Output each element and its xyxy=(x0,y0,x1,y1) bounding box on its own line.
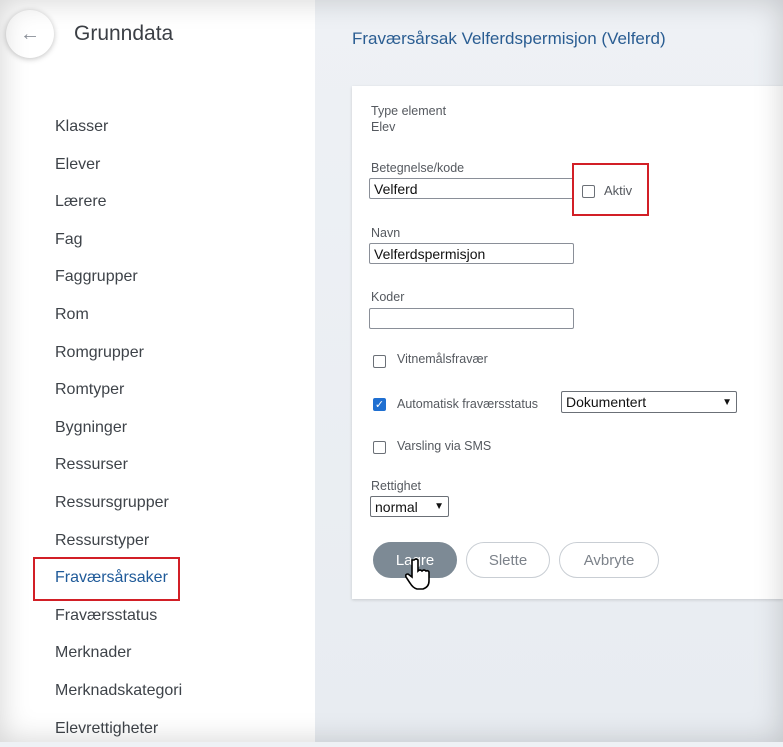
sidebar-item-elever[interactable]: Elever xyxy=(55,146,182,184)
sms-checkbox[interactable] xyxy=(373,441,386,454)
sidebar-item-merknader[interactable]: Merknader xyxy=(55,634,182,672)
auto-status-checkbox[interactable]: ✓ xyxy=(373,398,386,411)
sidebar-item-ressurstyper[interactable]: Ressurstyper xyxy=(55,522,182,560)
vitnemal-checkbox[interactable] xyxy=(373,355,386,368)
sms-label: Varsling via SMS xyxy=(397,439,491,453)
rettighet-label: Rettighet xyxy=(371,479,421,493)
codes-input[interactable] xyxy=(369,308,574,329)
sidebar-nav: Klasser Elever Lærere Fag Faggrupper Rom… xyxy=(55,108,182,747)
type-element-value: Elev xyxy=(371,120,395,134)
sidebar-item-ressursgrupper[interactable]: Ressursgrupper xyxy=(55,484,182,522)
sidebar-item-klasser[interactable]: Klasser xyxy=(55,108,182,146)
cancel-button[interactable]: Avbryte xyxy=(559,542,659,578)
code-input[interactable] xyxy=(369,178,574,199)
sidebar-item-elevrettigheter[interactable]: Elevrettigheter xyxy=(55,710,182,747)
sidebar-item-merknadskategori[interactable]: Merknadskategori xyxy=(55,672,182,710)
chevron-down-icon: ▼ xyxy=(722,397,732,408)
arrow-left-icon: ← xyxy=(20,23,40,46)
sidebar-item-faggrupper[interactable]: Faggrupper xyxy=(55,258,182,296)
aktiv-checkbox[interactable] xyxy=(582,185,595,198)
checkmark-icon: ✓ xyxy=(375,399,384,411)
rettighet-select-value: normal xyxy=(375,499,418,515)
page-title: Fraværsårsak Velferdspermisjon (Velferd) xyxy=(352,29,666,49)
sidebar: ← Grunndata Klasser Elever Lærere Fag Fa… xyxy=(0,0,315,742)
sidebar-item-bygninger[interactable]: Bygninger xyxy=(55,409,182,447)
auto-status-select-value: Dokumentert xyxy=(566,394,646,410)
type-element-label: Type element xyxy=(371,104,446,118)
chevron-down-icon: ▼ xyxy=(434,501,444,512)
sidebar-item-fravaersarsaker[interactable]: Fraværsårsaker xyxy=(55,559,182,597)
name-label: Navn xyxy=(371,226,400,240)
name-input[interactable] xyxy=(369,243,574,264)
back-button[interactable]: ← xyxy=(6,10,54,58)
sidebar-item-fag[interactable]: Fag xyxy=(55,221,182,259)
sidebar-item-laerere[interactable]: Lærere xyxy=(55,183,182,221)
sidebar-title: Grunndata xyxy=(74,22,173,46)
auto-status-label: Automatisk fraværsstatus xyxy=(397,397,538,411)
code-label: Betegnelse/kode xyxy=(371,161,464,175)
sidebar-item-ressurser[interactable]: Ressurser xyxy=(55,446,182,484)
save-button[interactable]: Lagre xyxy=(373,542,457,578)
aktiv-label: Aktiv xyxy=(604,183,632,198)
sidebar-item-fravaersstatus[interactable]: Fraværsstatus xyxy=(55,597,182,635)
sidebar-item-romgrupper[interactable]: Romgrupper xyxy=(55,334,182,372)
sidebar-item-romtyper[interactable]: Romtyper xyxy=(55,371,182,409)
delete-button[interactable]: Slette xyxy=(466,542,550,578)
sidebar-item-rom[interactable]: Rom xyxy=(55,296,182,334)
auto-status-select[interactable]: Dokumentert ▼ xyxy=(561,391,737,413)
rettighet-select[interactable]: normal ▼ xyxy=(370,496,449,517)
vitnemal-label: Vitnemålsfravær xyxy=(397,352,488,366)
codes-label: Koder xyxy=(371,290,404,304)
